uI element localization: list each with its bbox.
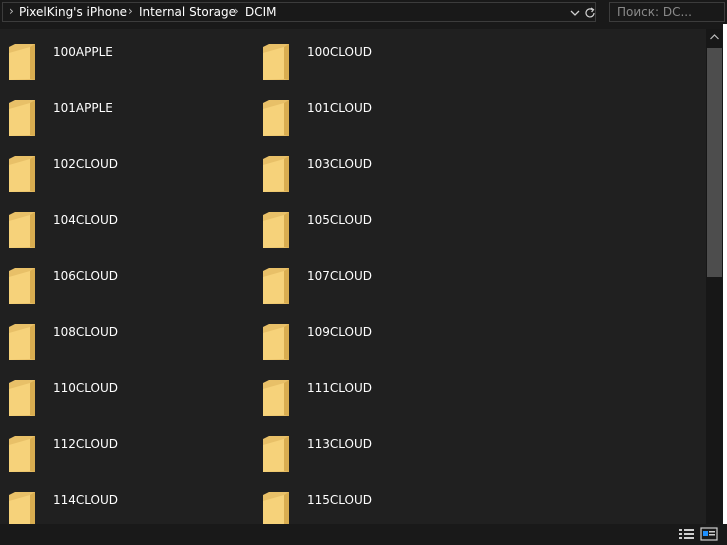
- scrollbar-thumb[interactable]: [707, 48, 722, 277]
- folder-label: 109CLOUD: [307, 325, 373, 339]
- folder-label: 104CLOUD: [53, 213, 119, 227]
- folder-icon: [8, 491, 36, 524]
- folder-item[interactable]: 114CLOUD: [0, 477, 240, 524]
- folder-item[interactable]: 102CLOUD: [0, 141, 240, 192]
- folder-label: 108CLOUD: [53, 325, 119, 339]
- folder-item[interactable]: 104CLOUD: [0, 197, 240, 248]
- folder-icon: [8, 43, 36, 85]
- folder-icon: [8, 267, 36, 309]
- scroll-up-arrow-icon[interactable]: [710, 34, 719, 40]
- refresh-icon[interactable]: [583, 6, 597, 20]
- file-list: 100APPLE 100CLOUD 101APPLE 101CLOUD 102CLOUD…: [0, 29, 706, 524]
- folder-icon: [8, 323, 36, 365]
- folder-icon: [8, 435, 36, 477]
- chevron-right-icon[interactable]: ›: [128, 4, 133, 18]
- folder-icon: [262, 379, 290, 421]
- chevron-right-icon[interactable]: ›: [234, 4, 239, 18]
- folder-label: 101APPLE: [53, 101, 113, 115]
- folder-label: 110CLOUD: [53, 381, 119, 395]
- folder-label: 106CLOUD: [53, 269, 119, 283]
- folder-label: 101CLOUD: [307, 101, 373, 115]
- folder-label: 115CLOUD: [307, 493, 373, 507]
- folder-label: 103CLOUD: [307, 157, 373, 171]
- breadcrumb-dcim[interactable]: DCIM: [245, 5, 277, 19]
- details-view-icon[interactable]: [678, 527, 696, 541]
- folder-item[interactable]: 101APPLE: [0, 85, 240, 136]
- folder-item[interactable]: 111CLOUD: [254, 365, 494, 416]
- folder-label: 113CLOUD: [307, 437, 373, 451]
- vertical-scrollbar[interactable]: [706, 29, 723, 524]
- folder-item[interactable]: 115CLOUD: [254, 477, 494, 524]
- explorer-window: { "address_bar": { "crumbs": ["PixelKing…: [0, 0, 727, 545]
- chevron-right-icon[interactable]: ›: [9, 4, 14, 18]
- folder-icon: [262, 491, 290, 524]
- folder-item[interactable]: 109CLOUD: [254, 309, 494, 360]
- folder-item[interactable]: 105CLOUD: [254, 197, 494, 248]
- address-bar[interactable]: › PixelKing's iPhone › Internal Storage …: [2, 2, 596, 22]
- search-input[interactable]: Поиск: DC...: [609, 2, 725, 22]
- folder-label: 111CLOUD: [307, 381, 373, 395]
- folder-item[interactable]: 107CLOUD: [254, 253, 494, 304]
- folder-item[interactable]: 103CLOUD: [254, 141, 494, 192]
- folder-item[interactable]: 106CLOUD: [0, 253, 240, 304]
- folder-item[interactable]: 110CLOUD: [0, 365, 240, 416]
- folder-item[interactable]: 113CLOUD: [254, 421, 494, 472]
- folder-item[interactable]: 100CLOUD: [254, 29, 494, 80]
- chevron-down-icon[interactable]: [568, 6, 582, 20]
- folder-icon: [8, 155, 36, 197]
- breadcrumb-internal-storage[interactable]: Internal Storage: [139, 5, 236, 19]
- folder-label: 100APPLE: [53, 45, 113, 59]
- large-icons-view-icon[interactable]: [700, 527, 718, 541]
- folder-icon: [262, 435, 290, 477]
- folder-label: 112CLOUD: [53, 437, 119, 451]
- folder-item[interactable]: 108CLOUD: [0, 309, 240, 360]
- folder-item[interactable]: 101CLOUD: [254, 85, 494, 136]
- folder-icon: [262, 99, 290, 141]
- folder-label: 114CLOUD: [53, 493, 119, 507]
- folder-label: 105CLOUD: [307, 213, 373, 227]
- folder-icon: [262, 211, 290, 253]
- folder-item[interactable]: 112CLOUD: [0, 421, 240, 472]
- folder-label: 107CLOUD: [307, 269, 373, 283]
- folder-item[interactable]: 100APPLE: [0, 29, 240, 80]
- search-placeholder: Поиск: DC...: [617, 5, 692, 19]
- status-bar: [0, 524, 727, 545]
- right-panel-edge: [723, 24, 727, 524]
- folder-icon: [262, 155, 290, 197]
- folder-icon: [8, 379, 36, 421]
- folder-icon: [8, 99, 36, 141]
- folder-label: 102CLOUD: [53, 157, 119, 171]
- folder-icon: [262, 267, 290, 309]
- breadcrumb-device[interactable]: PixelKing's iPhone: [19, 5, 127, 19]
- folder-icon: [8, 211, 36, 253]
- folder-label: 100CLOUD: [307, 45, 373, 59]
- folder-icon: [262, 43, 290, 85]
- address-toolbar: › PixelKing's iPhone › Internal Storage …: [0, 0, 727, 24]
- folder-icon: [262, 323, 290, 365]
